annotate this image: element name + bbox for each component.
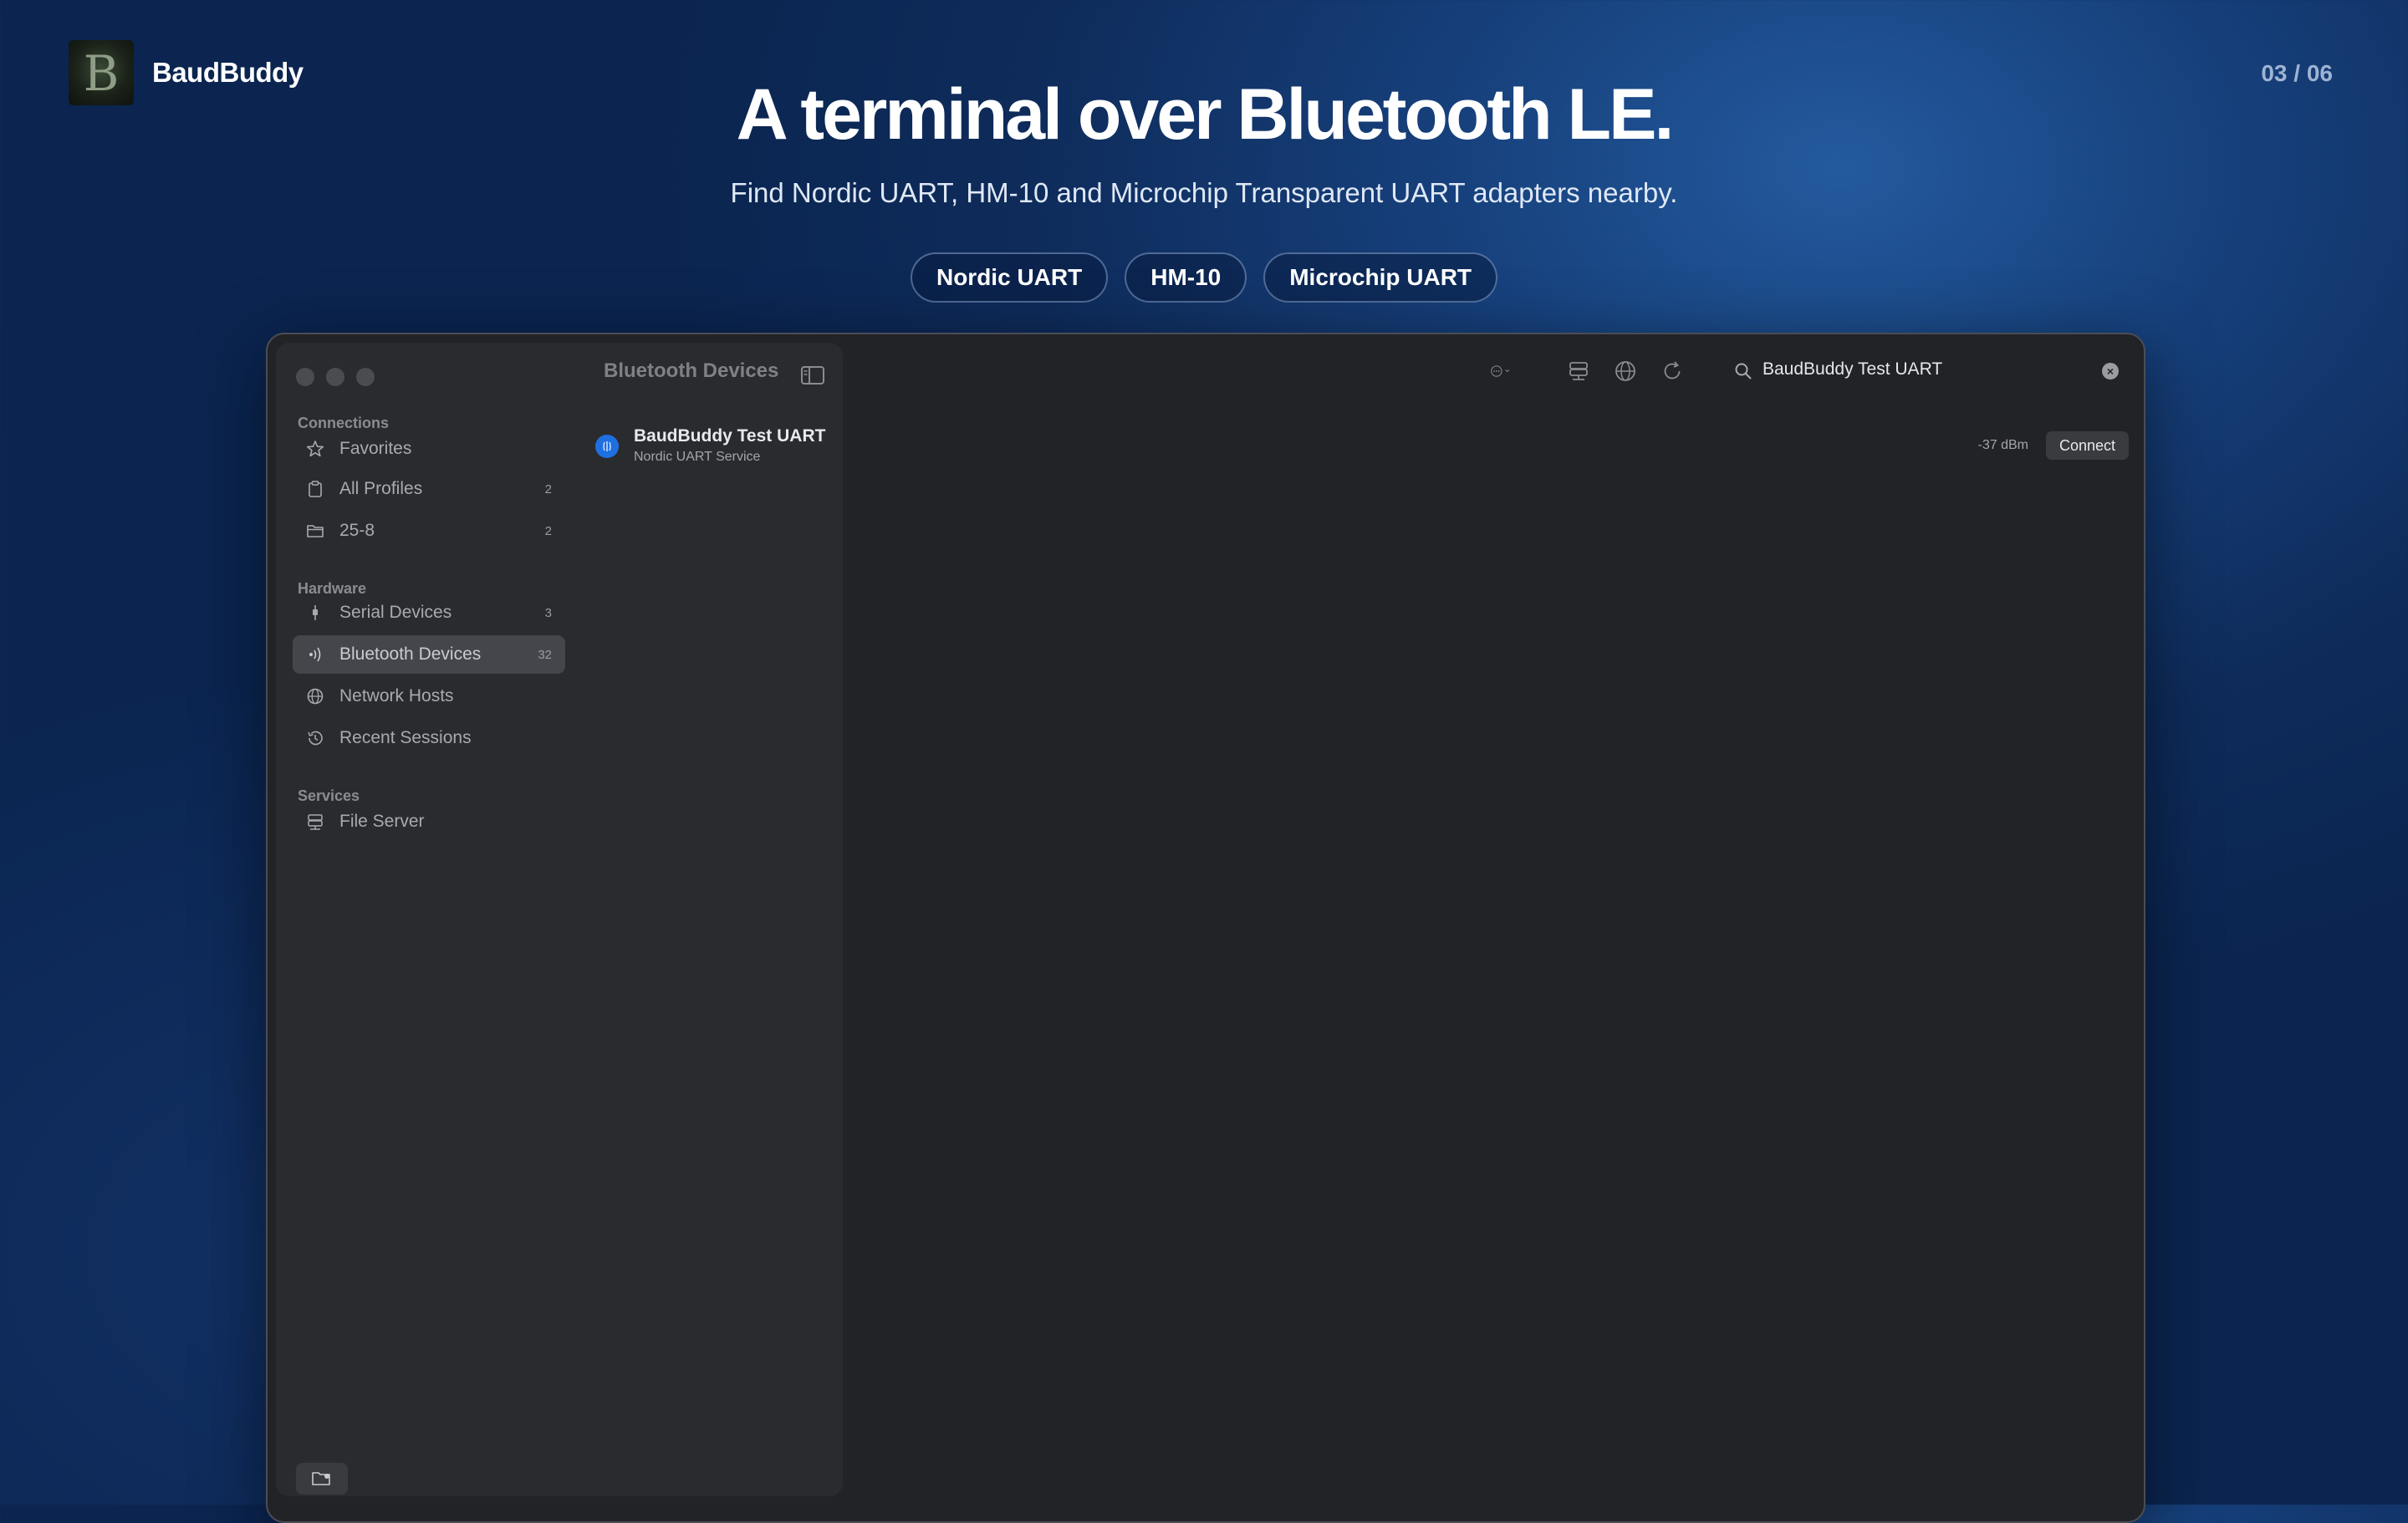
zoom-window-button[interactable] — [356, 368, 375, 386]
server-icon — [308, 814, 323, 830]
sidebar-item-25-8[interactable]: 25-8 2 — [293, 512, 565, 550]
sidebar-item-all-profiles[interactable]: All Profiles 2 — [293, 470, 565, 508]
clear-search-icon[interactable]: × — [2102, 363, 2119, 379]
bluetooth-device-icon — [595, 435, 619, 458]
connect-button[interactable]: Connect — [2045, 431, 2129, 460]
search-icon — [1735, 363, 1752, 379]
sidebar-item-label: Serial Devices — [339, 603, 452, 622]
sidebar-item-file-server[interactable]: File Server — [293, 802, 565, 841]
sidebar: Connections Favorites All Profiles 2 25-… — [276, 343, 843, 1496]
hero-subtitle: Find Nordic UART, HM-10 and Microchip Tr… — [730, 177, 1678, 208]
wireless-icon — [309, 647, 321, 662]
sidebar-item-network-hosts[interactable]: Network Hosts — [293, 677, 565, 716]
sidebar-item-label: Favorites — [339, 439, 412, 458]
device-name: BaudBuddy Test UART — [634, 426, 826, 446]
sidebar-item-favorites[interactable]: Favorites — [293, 430, 565, 468]
globe-icon — [307, 688, 324, 705]
globe-icon[interactable] — [1614, 359, 1637, 383]
refresh-icon[interactable] — [1661, 359, 1684, 383]
sidebar-item-label: 25-8 — [339, 521, 375, 540]
star-icon — [307, 441, 324, 457]
signal-strength: -37 dBm — [1977, 438, 2028, 452]
folder-icon — [307, 525, 324, 537]
device-service: Nordic UART Service — [634, 450, 761, 464]
new-folder-button[interactable] — [296, 1463, 348, 1495]
item-count-badge: 32 — [538, 647, 552, 662]
item-count-badge: 2 — [544, 481, 552, 497]
item-count-badge: 2 — [544, 523, 552, 538]
server-icon[interactable] — [1567, 359, 1590, 383]
app-window: Connections Favorites All Profiles 2 25-… — [266, 333, 2145, 1523]
clipboard-icon — [309, 481, 322, 497]
history-icon — [308, 731, 323, 746]
sidebar-item-label: Bluetooth Devices — [339, 644, 482, 664]
sidebar-item-label: Recent Sessions — [339, 728, 472, 747]
device-row[interactable]: BaudBuddy Test UART Nordic UART Service … — [595, 425, 2129, 471]
more-options-icon[interactable] — [1490, 359, 1513, 383]
chip-nordic-uart: Nordic UART — [910, 252, 1109, 303]
chip-hm-10: HM-10 — [1125, 252, 1247, 303]
item-count-badge: 3 — [544, 605, 552, 620]
search-input[interactable]: BaudBuddy Test UART — [1763, 359, 1942, 379]
sidebar-item-label: All Profiles — [339, 479, 423, 498]
chip-microchip-uart: Microchip UART — [1263, 252, 1498, 303]
usb-plug-icon — [313, 605, 318, 620]
sidebar-item-label: Network Hosts — [339, 686, 454, 705]
window-controls — [296, 368, 375, 386]
sidebar-item-label: File Server — [339, 812, 425, 831]
sidebar-item-bluetooth-devices[interactable]: Bluetooth Devices 32 — [293, 635, 565, 674]
hero-title: A terminal over Bluetooth LE. — [736, 74, 1675, 155]
folder-badge-icon — [312, 1472, 330, 1485]
sidebar-item-recent-sessions[interactable]: Recent Sessions — [293, 719, 565, 757]
search-field[interactable]: BaudBuddy Test UART × — [1717, 353, 2135, 388]
protocol-chips: Nordic UART HM-10 Microchip UART — [0, 252, 2408, 303]
sidebar-item-serial-devices[interactable]: Serial Devices 3 — [293, 593, 565, 632]
content-title: Bluetooth Devices — [604, 359, 779, 382]
close-window-button[interactable] — [296, 368, 314, 386]
minimize-window-button[interactable] — [326, 368, 344, 386]
sidebar-toggle-icon[interactable] — [801, 366, 824, 385]
